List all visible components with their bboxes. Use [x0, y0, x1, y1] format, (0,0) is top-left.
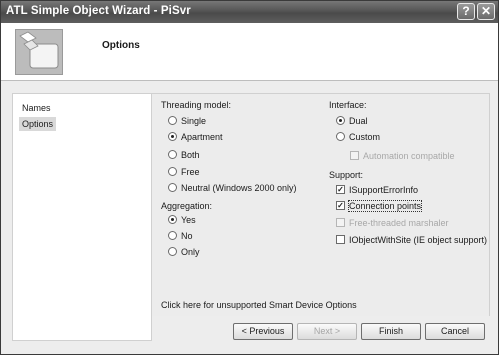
title-bar[interactable]: ATL Simple Object Wizard - PiSvr ? ✕: [1, 1, 498, 23]
atl-object-icon: [16, 30, 62, 74]
automation-compatible-checkbox[interactable]: Automation compatible: [350, 150, 455, 162]
threading-free-radio[interactable]: Free: [168, 166, 200, 178]
close-icon: ✕: [480, 4, 492, 18]
checkbox-label: Connection points: [347, 200, 423, 212]
threading-model-label: Threading model:: [161, 100, 232, 110]
support-connection-points-checkbox[interactable]: ✓ Connection points: [336, 200, 423, 212]
checkbox-icon: [350, 151, 359, 161]
sidebar-item-label: Names: [22, 103, 51, 113]
checkbox-checked-icon: ✓: [336, 201, 345, 211]
radio-icon: [168, 231, 177, 241]
close-button[interactable]: ✕: [477, 3, 495, 20]
checkbox-label: IObjectWithSite (IE object support): [349, 235, 488, 245]
interface-dual-radio[interactable]: Dual: [336, 115, 368, 127]
next-button[interactable]: Next >: [297, 323, 357, 340]
threading-apartment-radio[interactable]: Apartment: [168, 131, 223, 143]
window-title: ATL Simple Object Wizard - PiSvr: [6, 5, 191, 17]
sidebar-item-names[interactable]: Names: [19, 101, 54, 115]
support-label: Support:: [329, 170, 364, 180]
finish-button[interactable]: Finish: [361, 323, 421, 340]
wizard-graphic: [15, 29, 63, 75]
radio-label: Single: [181, 116, 207, 126]
interface-label: Interface:: [329, 100, 367, 110]
sidebar-item-options[interactable]: Options: [19, 117, 57, 131]
checkbox-checked-icon: ✓: [336, 185, 345, 195]
radio-icon: [168, 116, 177, 126]
aggregation-only-radio[interactable]: Only: [168, 246, 200, 258]
radio-icon: [336, 132, 345, 142]
smart-device-options-link[interactable]: Click here for unsupported Smart Device …: [161, 300, 357, 310]
radio-label: Neutral (Windows 2000 only): [181, 183, 297, 193]
radio-label: Both: [181, 150, 200, 160]
radio-selected-icon: [168, 132, 177, 142]
radio-label: Only: [181, 247, 200, 257]
checkbox-label: Automation compatible: [363, 151, 455, 161]
aggregation-no-radio[interactable]: No: [168, 230, 193, 242]
radio-label: Apartment: [181, 132, 223, 142]
radio-icon: [168, 150, 177, 160]
checkbox-icon: [336, 218, 345, 228]
checkbox-label: ISupportErrorInfo: [349, 185, 419, 195]
checkbox-icon: [336, 235, 345, 245]
wizard-sidebar: Names Options: [12, 93, 152, 341]
aggregation-label: Aggregation:: [161, 201, 213, 211]
radio-selected-icon: [336, 116, 345, 126]
radio-label: Yes: [181, 215, 196, 225]
cancel-button[interactable]: Cancel: [425, 323, 485, 340]
wizard-header: Options: [1, 23, 498, 81]
aggregation-yes-radio[interactable]: Yes: [168, 214, 196, 226]
support-errorinfo-checkbox[interactable]: ✓ ISupportErrorInfo: [336, 184, 418, 196]
radio-icon: [168, 167, 177, 177]
help-button[interactable]: ?: [457, 3, 475, 20]
interface-custom-radio[interactable]: Custom: [336, 131, 380, 143]
help-icon: ?: [462, 4, 470, 18]
radio-label: Free: [181, 167, 200, 177]
checkbox-label: Free-threaded marshaler: [349, 218, 449, 228]
radio-label: Custom: [349, 132, 381, 142]
previous-button[interactable]: < Previous: [233, 323, 293, 340]
radio-icon: [168, 183, 177, 193]
support-objectwithsite-checkbox[interactable]: IObjectWithSite (IE object support): [336, 234, 487, 246]
radio-selected-icon: [168, 215, 177, 225]
threading-neutral-radio[interactable]: Neutral (Windows 2000 only): [168, 182, 297, 194]
radio-label: Dual: [349, 116, 368, 126]
wizard-window: ATL Simple Object Wizard - PiSvr ? ✕ Opt…: [0, 0, 499, 355]
sidebar-item-label: Options: [22, 119, 54, 129]
support-free-threaded-checkbox[interactable]: Free-threaded marshaler: [336, 217, 449, 229]
page-heading: Options: [102, 40, 140, 51]
threading-single-radio[interactable]: Single: [168, 115, 206, 127]
radio-icon: [168, 247, 177, 257]
threading-both-radio[interactable]: Both: [168, 149, 200, 161]
radio-label: No: [181, 231, 193, 241]
